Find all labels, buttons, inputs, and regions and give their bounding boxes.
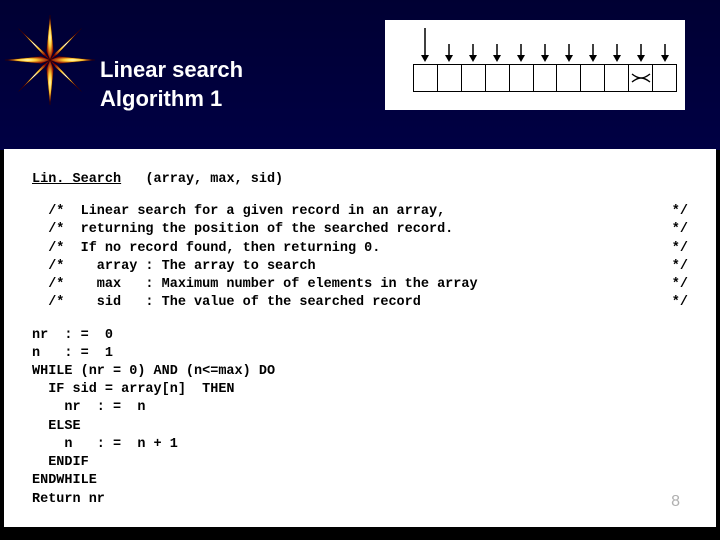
diagram-cell [557, 65, 581, 91]
comment-block: /* Linear search for a given record in a… [32, 203, 688, 312]
diagram-cell [653, 65, 676, 91]
comment-line: /* If no record found, then returning 0.… [32, 240, 688, 258]
arrow-down-icon [437, 44, 461, 62]
diagram-cell [534, 65, 558, 91]
diagram-cell [510, 65, 534, 91]
arrow-down-icon [461, 44, 485, 62]
code-block: nr : = 0 n : = 1 WHILE (nr = 0) AND (n<=… [32, 327, 688, 509]
diagram-cell [605, 65, 629, 91]
arrow-down-icon [413, 28, 437, 62]
arrow-down-icon [605, 44, 629, 62]
diagram-boxes-row [413, 64, 677, 92]
arrow-down-icon [581, 44, 605, 62]
arrow-down-icon [485, 44, 509, 62]
arrow-down-icon [653, 44, 677, 62]
arrow-down-icon [629, 44, 653, 62]
target-x-icon [631, 71, 651, 85]
comment-line: /* sid : The value of the searched recor… [32, 294, 688, 312]
slide-content: Lin. Search (array, max, sid) /* Linear … [4, 149, 716, 527]
slide-header: Linear search Algorithm 1 [0, 0, 720, 150]
title-line-1: Linear search [100, 56, 243, 85]
diagram-cell [438, 65, 462, 91]
diagram-arrows-row [391, 26, 679, 62]
diagram-cell [581, 65, 605, 91]
procedure-name: Lin. Search [32, 172, 121, 187]
arrow-down-icon [557, 44, 581, 62]
diagram-cell [462, 65, 486, 91]
title-line-2: Algorithm 1 [100, 85, 243, 114]
comment-line: /* array : The array to search*/ [32, 258, 688, 276]
starburst-icon [5, 15, 95, 105]
procedure-signature: Lin. Search (array, max, sid) [32, 171, 688, 189]
comment-line: /* max : Maximum number of elements in t… [32, 276, 688, 294]
diagram-cell [629, 65, 653, 91]
arrow-down-icon [533, 44, 557, 62]
slide-title: Linear search Algorithm 1 [100, 56, 243, 113]
diagram-cell [486, 65, 510, 91]
comment-line: /* Linear search for a given record in a… [32, 203, 688, 221]
page-number: 8 [671, 491, 680, 513]
array-diagram [385, 20, 685, 110]
procedure-params: (array, max, sid) [145, 172, 283, 187]
diagram-cell [414, 65, 438, 91]
comment-line: /* returning the position of the searche… [32, 221, 688, 239]
arrow-down-icon [509, 44, 533, 62]
